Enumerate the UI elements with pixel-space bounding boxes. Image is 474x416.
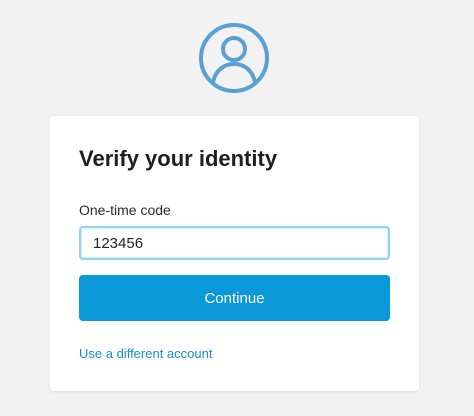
verify-page: Verify your identity One-time code Conti… [0,0,474,416]
user-circle-icon [199,23,269,93]
use-different-account-link[interactable]: Use a different account [79,346,212,361]
verify-card: Verify your identity One-time code Conti… [50,116,419,391]
continue-button[interactable]: Continue [79,275,390,321]
code-label: One-time code [79,202,171,218]
one-time-code-input[interactable] [79,226,390,260]
page-title: Verify your identity [79,146,278,171]
